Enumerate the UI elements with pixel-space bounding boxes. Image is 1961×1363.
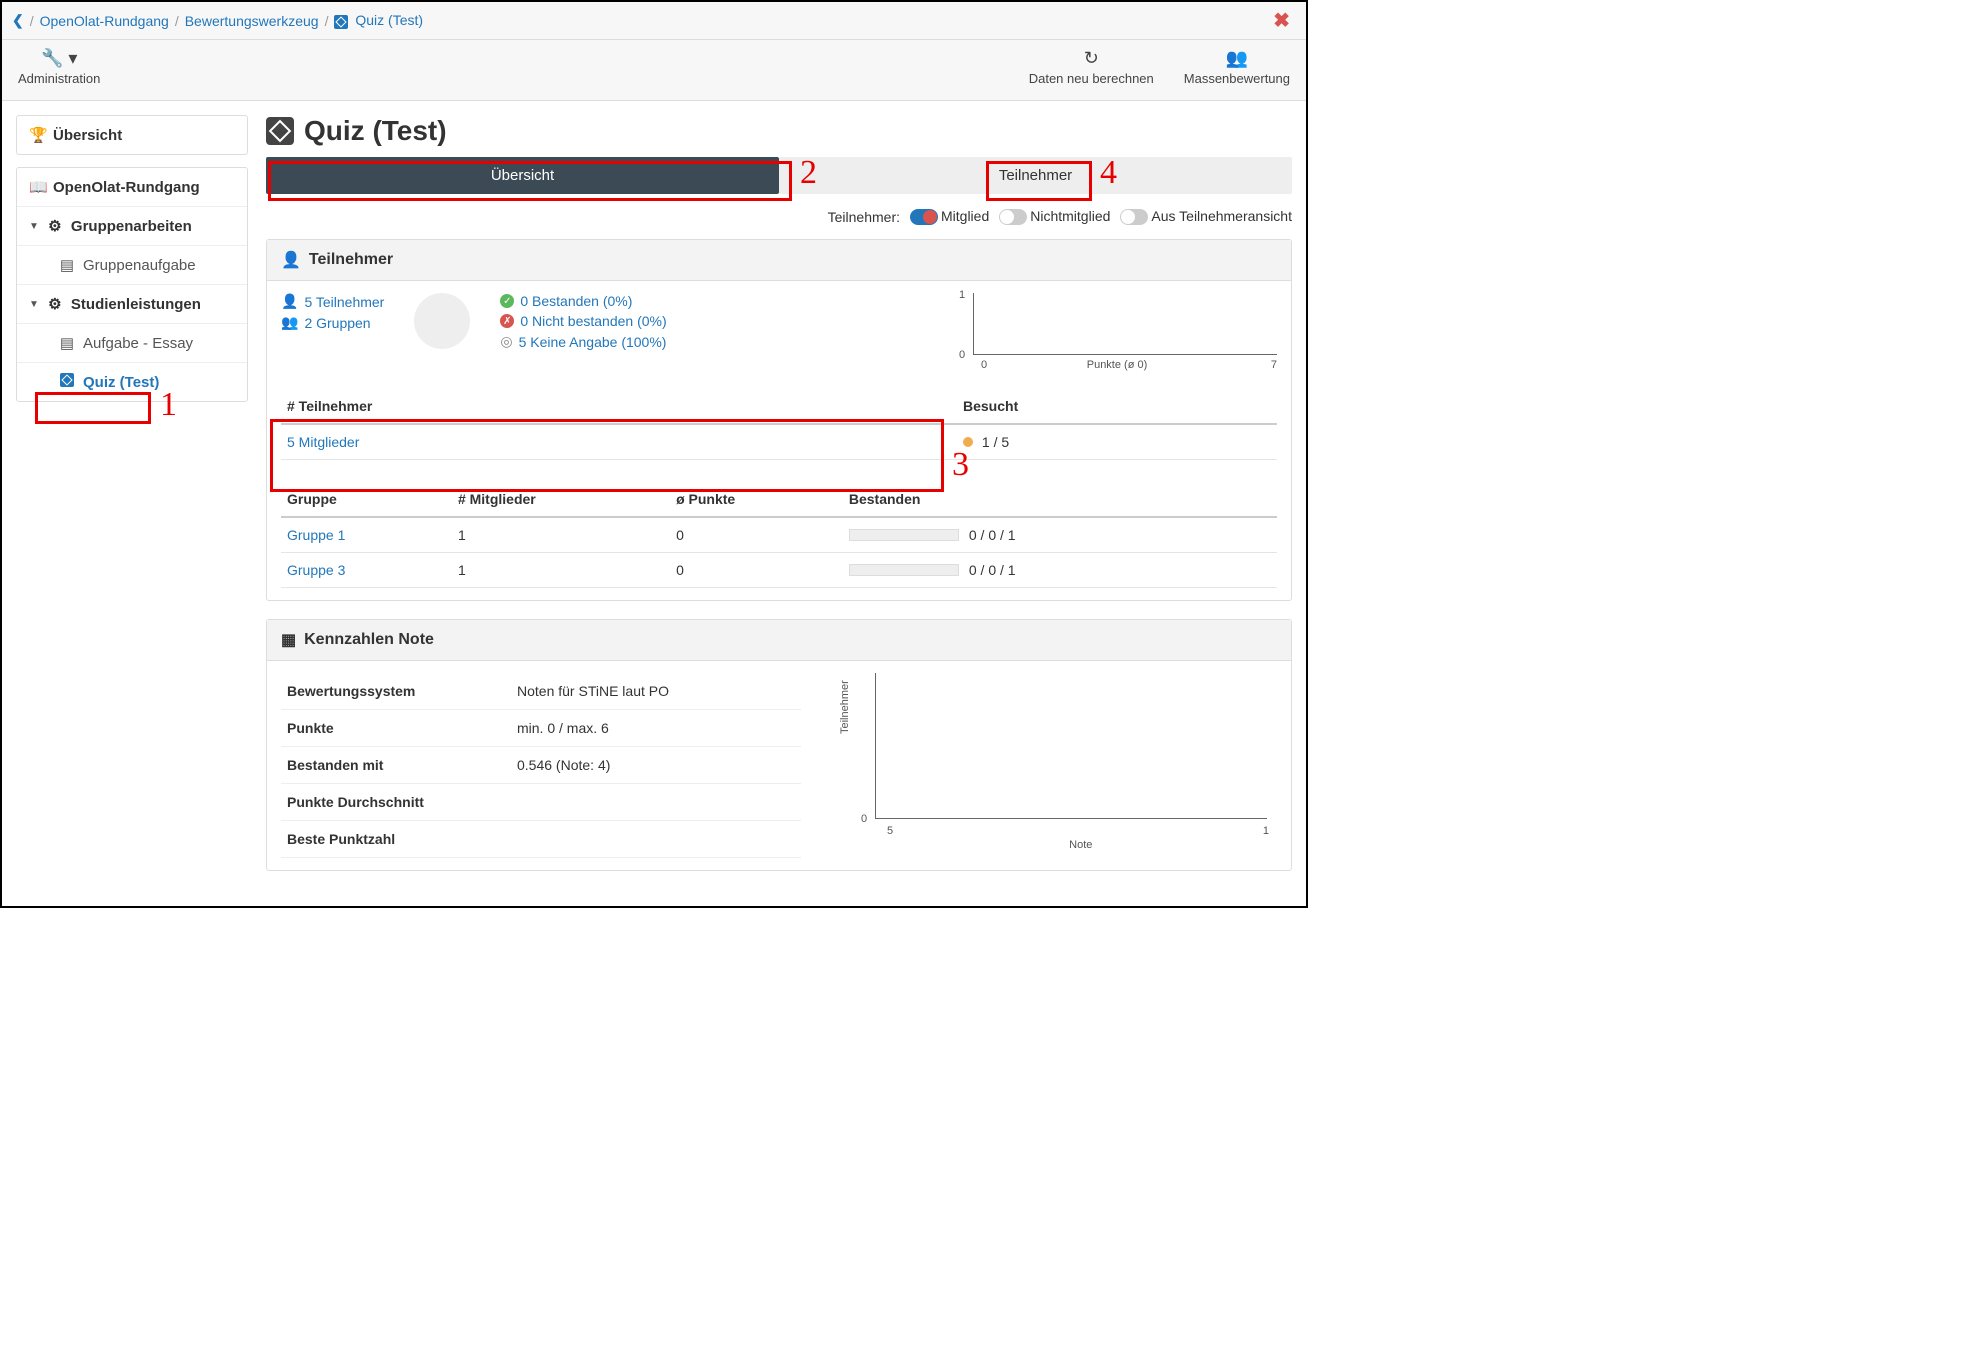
grid-icon: ▦ bbox=[281, 630, 296, 650]
sidebar-overview[interactable]: 🏆 Übersicht bbox=[17, 116, 247, 154]
pie-chart bbox=[414, 293, 470, 349]
group-row[interactable]: Gruppe 3 1 0 0 / 0 / 1 bbox=[281, 553, 1277, 588]
breadcrumb-bar: ❮ / OpenOlat-Rundgang / Bewertungswerkze… bbox=[2, 2, 1306, 40]
toggle-participant-view[interactable]: Aus Teilnehmeransicht bbox=[1120, 208, 1292, 225]
sidebar-group-section[interactable]: ▼ ⚙ Gruppenarbeiten bbox=[17, 207, 247, 246]
participants-panel: 👤 Teilnehmer 👤 5 Teilnehmer 👥 2 Gruppen bbox=[266, 239, 1292, 601]
page-title: Quiz (Test) bbox=[266, 115, 1292, 147]
recalculate-button[interactable]: ↻ Daten neu berechnen bbox=[1029, 48, 1154, 86]
task-icon: ▤ bbox=[59, 256, 75, 274]
participants-count-link[interactable]: 👤 5 Teilnehmer bbox=[281, 293, 384, 310]
users-icon: 👥 bbox=[281, 314, 298, 331]
task-icon: ▤ bbox=[59, 334, 75, 352]
sidebar-study-section[interactable]: ▼ ⚙ Studienleistungen bbox=[17, 285, 247, 324]
mass-assessment-button[interactable]: 👥 Massenbewertung bbox=[1184, 48, 1290, 86]
users-icon: 👥 bbox=[1184, 48, 1290, 69]
status-dot-icon bbox=[963, 437, 973, 447]
content: Quiz (Test) Übersicht Teilnehmer Teilneh… bbox=[266, 115, 1292, 889]
back-icon[interactable]: ❮ bbox=[12, 12, 24, 29]
x-icon: ✗ bbox=[500, 314, 514, 328]
groups-table: Gruppe # Mitglieder ø Punkte Bestanden G… bbox=[281, 482, 1277, 588]
col-participants[interactable]: # Teilnehmer bbox=[281, 389, 957, 424]
col-members[interactable]: # Mitglieder bbox=[452, 482, 670, 517]
sidebar: 🏆 Übersicht 📖 OpenOlat-Rundgang ▼ ⚙ Grup… bbox=[16, 115, 248, 889]
breadcrumb-item-1[interactable]: Bewertungswerkzeug bbox=[185, 13, 319, 29]
grades-table: BewertungssystemNoten für STiNE laut PO … bbox=[281, 673, 801, 858]
check-icon: ✓ bbox=[500, 294, 514, 308]
group-link[interactable]: Gruppe 1 bbox=[287, 527, 345, 543]
group-row[interactable]: Gruppe 1 1 0 0 / 0 / 1 bbox=[281, 517, 1277, 553]
close-icon[interactable]: ✖ bbox=[1267, 8, 1296, 33]
points-chart: 1 0 0 7 Punkte (ø 0) bbox=[957, 293, 1277, 371]
gears-icon: ⚙ bbox=[47, 217, 63, 235]
pencil-icon bbox=[266, 117, 294, 145]
grades-panel: ▦ Kennzahlen Note BewertungssystemNoten … bbox=[266, 619, 1292, 871]
user-icon: 👤 bbox=[281, 293, 298, 310]
pencil-icon bbox=[334, 15, 348, 29]
trophy-icon: 🏆 bbox=[29, 126, 45, 144]
grade-chart: Teilnehmer 0 5 1 Note bbox=[841, 673, 1277, 843]
administration-button[interactable]: 🔧 ▾ Administration bbox=[18, 48, 100, 86]
gears-icon: ⚙ bbox=[47, 295, 63, 313]
target-icon: ◎ bbox=[500, 333, 512, 350]
none-link[interactable]: ◎ 5 Keine Angabe (100%) bbox=[500, 333, 666, 350]
wrench-icon: 🔧 ▾ bbox=[18, 48, 100, 69]
progress-bar bbox=[849, 529, 959, 541]
sidebar-essay[interactable]: ▤ Aufgabe - Essay bbox=[17, 324, 247, 363]
col-passed[interactable]: Bestanden bbox=[843, 482, 1277, 517]
toggle-member[interactable]: Mitglied bbox=[910, 208, 989, 225]
members-row[interactable]: 5 Mitglieder 1 / 5 bbox=[281, 424, 1277, 460]
passed-link[interactable]: ✓ 0 Bestanden (0%) bbox=[500, 293, 666, 309]
toolbar: 🔧 ▾ Administration ↻ Daten neu berechnen… bbox=[2, 40, 1306, 101]
col-avg[interactable]: ø Punkte bbox=[670, 482, 843, 517]
col-group[interactable]: Gruppe bbox=[281, 482, 452, 517]
breadcrumb-item-2[interactable]: Quiz (Test) bbox=[334, 12, 423, 28]
tab-overview[interactable]: Übersicht bbox=[266, 157, 779, 194]
sidebar-quiz[interactable]: Quiz (Test) bbox=[17, 363, 247, 401]
members-table: # Teilnehmer Besucht 5 Mitglieder 1 / 5 bbox=[281, 389, 1277, 460]
groups-count-link[interactable]: 👥 2 Gruppen bbox=[281, 314, 384, 331]
sidebar-group-task[interactable]: ▤ Gruppenaufgabe bbox=[17, 246, 247, 285]
members-link[interactable]: 5 Mitglieder bbox=[287, 434, 359, 450]
progress-bar bbox=[849, 564, 959, 576]
group-link[interactable]: Gruppe 3 bbox=[287, 562, 345, 578]
cube-icon: 📖 bbox=[29, 178, 45, 196]
filter-row: Teilnehmer: Mitglied Nichtmitglied Aus T… bbox=[266, 208, 1292, 225]
refresh-icon: ↻ bbox=[1029, 48, 1154, 69]
failed-link[interactable]: ✗ 0 Nicht bestanden (0%) bbox=[500, 313, 666, 329]
tabs: Übersicht Teilnehmer bbox=[266, 157, 1292, 194]
breadcrumb-item-0[interactable]: OpenOlat-Rundgang bbox=[40, 13, 169, 29]
tab-participants[interactable]: Teilnehmer bbox=[779, 157, 1292, 194]
user-icon: 👤 bbox=[281, 250, 301, 270]
col-visited[interactable]: Besucht bbox=[957, 389, 1277, 424]
sidebar-course[interactable]: 📖 OpenOlat-Rundgang bbox=[17, 168, 247, 207]
caret-down-icon: ▼ bbox=[29, 221, 39, 232]
toggle-nonmember[interactable]: Nichtmitglied bbox=[999, 208, 1110, 225]
pencil-icon bbox=[59, 373, 75, 391]
caret-down-icon: ▼ bbox=[29, 299, 39, 310]
filter-label: Teilnehmer: bbox=[828, 209, 900, 225]
